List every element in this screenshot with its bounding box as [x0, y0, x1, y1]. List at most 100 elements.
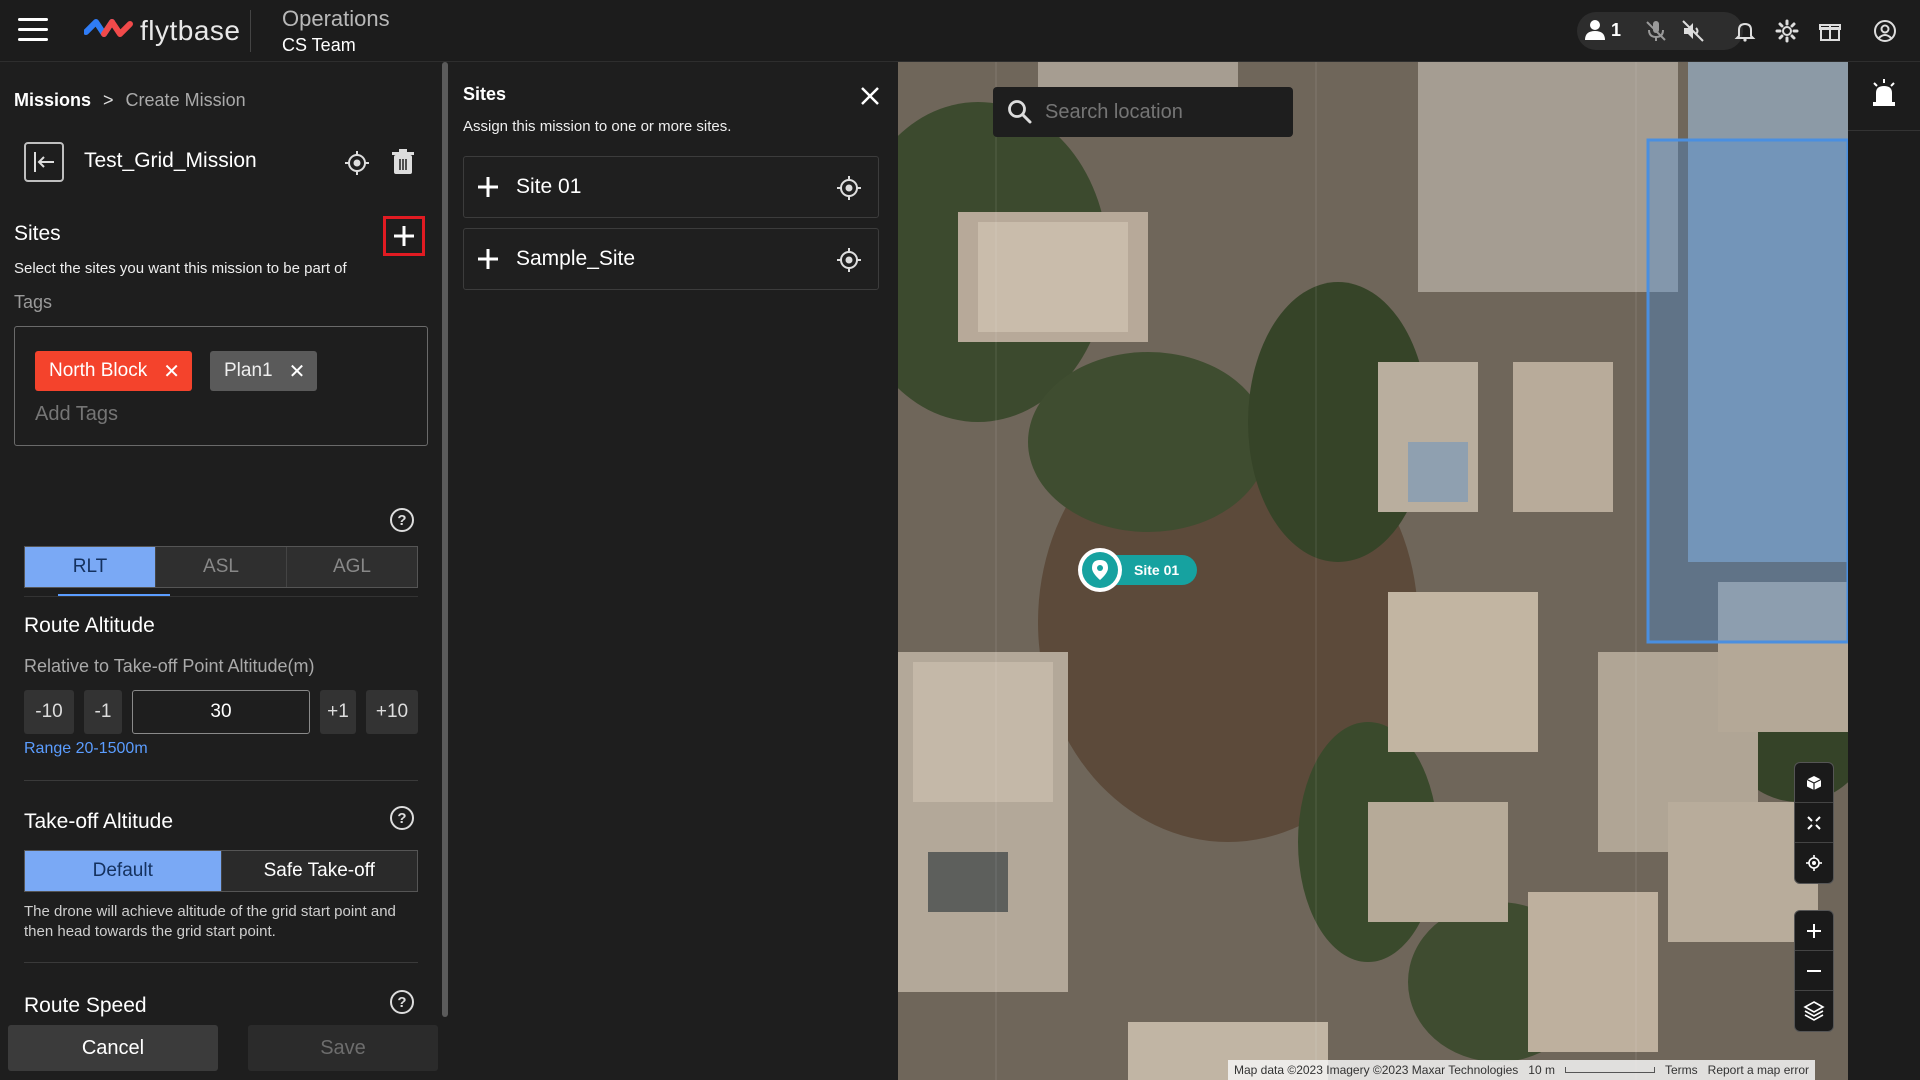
takeoff-altitude-title: Take-off Altitude — [24, 810, 174, 833]
tag-chip: North Block ✕ — [35, 351, 192, 391]
report-map-error-link[interactable]: Report a map error — [1708, 1063, 1809, 1077]
satellite-map[interactable]: Site 01 Map data ©2023 Imagery ©2023 Max… — [898, 62, 1848, 1080]
right-rail — [1848, 62, 1920, 1080]
locate-icon[interactable] — [344, 150, 370, 176]
altitude-range-hint: Range 20-1500m — [24, 740, 148, 757]
zoom-out-button[interactable] — [1795, 951, 1833, 991]
sites-heading: Sites — [14, 222, 61, 245]
locate-icon — [1806, 855, 1822, 871]
altitude-mode-selector: RLT ASL AGL — [24, 546, 418, 588]
route-altitude-title: Route Altitude — [24, 614, 155, 637]
add-site-button[interactable] — [383, 216, 425, 256]
breadcrumb-separator: > — [103, 90, 114, 110]
alarm-light-icon[interactable] — [1870, 78, 1898, 108]
3d-view-button[interactable] — [1795, 763, 1833, 803]
altitude-mode-rlt[interactable]: RLT — [25, 547, 156, 587]
user-count: 1 — [1611, 19, 1622, 40]
help-icon[interactable]: ? — [390, 508, 414, 532]
altitude-value-input[interactable] — [132, 690, 310, 734]
exit-icon — [34, 152, 54, 172]
tags-label: Tags — [14, 292, 53, 312]
map-scale: 10 m — [1528, 1063, 1555, 1077]
altitude-mode-asl[interactable]: ASL — [156, 547, 287, 587]
fit-bounds-button[interactable] — [1795, 803, 1833, 843]
minus-icon — [1807, 969, 1821, 972]
exit-mission-button[interactable] — [24, 142, 64, 182]
cancel-button[interactable]: Cancel — [8, 1025, 218, 1071]
altitude-mode-agl[interactable]: AGL — [287, 547, 417, 587]
tags-input-box[interactable]: North Block ✕ Plan1 ✕ — [14, 326, 428, 446]
plus-icon — [394, 226, 414, 246]
satellite-imagery — [898, 62, 1848, 1080]
search-icon — [1008, 100, 1032, 124]
site-name: Site 01 — [516, 175, 582, 198]
add-tags-input[interactable] — [35, 399, 405, 429]
map-view-controls — [1794, 762, 1834, 884]
altitude-minus-10-button[interactable]: -10 — [24, 690, 74, 734]
takeoff-mode-selector: Default Safe Take-off — [24, 850, 418, 892]
top-bar: flytbase Operations CS Team 1 — [0, 0, 1920, 62]
zoom-in-button[interactable] — [1795, 911, 1833, 951]
site-marker[interactable]: Site 01 — [1078, 548, 1198, 592]
site-row[interactable]: Site 01 — [463, 156, 879, 218]
locate-icon[interactable] — [836, 247, 862, 273]
account-icon[interactable] — [1873, 19, 1897, 43]
assign-sites-panel: Sites Assign this mission to one or more… — [448, 62, 898, 1080]
sites-panel-title: Sites — [463, 84, 507, 104]
settings-gear-icon[interactable] — [1775, 19, 1799, 43]
map-scale-bar — [1564, 1067, 1655, 1073]
panel-footer: Cancel Save — [0, 1017, 440, 1080]
terms-link[interactable]: Terms — [1665, 1063, 1698, 1077]
takeoff-description: The drone will achieve altitude of the g… — [24, 903, 396, 940]
remove-tag-icon[interactable]: ✕ — [289, 359, 306, 384]
divider — [24, 780, 418, 781]
mic-muted-icon[interactable] — [1644, 19, 1668, 43]
map-attribution: Map data ©2023 Imagery ©2023 Maxar Techn… — [1228, 1060, 1816, 1080]
divider — [250, 10, 251, 52]
close-icon[interactable] — [858, 84, 882, 108]
takeoff-mode-default[interactable]: Default — [25, 851, 222, 891]
speaker-muted-icon[interactable] — [1681, 19, 1705, 43]
altitude-minus-1-button[interactable]: -1 — [84, 690, 122, 734]
notification-bell-icon[interactable] — [1733, 19, 1757, 43]
tag-chip: Plan1 ✕ — [210, 351, 318, 391]
user-icon — [1585, 20, 1605, 40]
breadcrumb: Missions > Create Mission — [14, 90, 246, 111]
map-search-box[interactable] — [993, 87, 1293, 137]
app-title: Operations — [282, 6, 390, 31]
map-pin-icon — [1092, 560, 1108, 580]
breadcrumb-current: Create Mission — [125, 90, 246, 110]
brand-name: flytbase — [140, 15, 241, 46]
altitude-plus-10-button[interactable]: +10 — [366, 690, 418, 734]
plus-icon — [1807, 923, 1821, 938]
cube-icon — [1806, 775, 1822, 790]
takeoff-mode-safe[interactable]: Safe Take-off — [221, 851, 417, 891]
search-location-input[interactable] — [1045, 100, 1285, 124]
locate-icon[interactable] — [836, 175, 862, 201]
menu-icon[interactable] — [18, 18, 48, 44]
plus-icon[interactable] — [476, 247, 500, 271]
remove-tag-icon[interactable]: ✕ — [163, 359, 180, 384]
divider — [24, 596, 418, 597]
plus-icon[interactable] — [476, 175, 500, 199]
breadcrumb-missions-link[interactable]: Missions — [14, 90, 91, 111]
map-zoom-controls — [1794, 910, 1834, 1032]
map-layers-button[interactable] — [1795, 991, 1833, 1031]
gift-icon[interactable] — [1818, 19, 1842, 43]
marker-pin — [1078, 548, 1122, 592]
sites-description: Select the sites you want this mission t… — [14, 260, 347, 277]
connected-users[interactable]: 1 — [1583, 19, 1621, 41]
brand-logo[interactable]: flytbase — [84, 14, 241, 48]
map-data-credit: Map data ©2023 Imagery ©2023 Maxar Techn… — [1234, 1063, 1519, 1077]
relative-altitude-label: Relative to Take-off Point Altitude(m) — [24, 656, 315, 676]
trash-icon[interactable] — [390, 148, 416, 176]
recenter-button[interactable] — [1795, 843, 1833, 883]
help-icon[interactable]: ? — [390, 806, 414, 830]
help-icon[interactable]: ? — [390, 990, 414, 1014]
save-button[interactable]: Save — [248, 1025, 438, 1071]
team-name[interactable]: CS Team — [282, 35, 356, 56]
altitude-plus-1-button[interactable]: +1 — [320, 690, 356, 734]
site-row[interactable]: Sample_Site — [463, 228, 879, 290]
flytbase-logo-icon — [84, 19, 133, 37]
mission-name[interactable]: Test_Grid_Mission — [84, 149, 257, 173]
